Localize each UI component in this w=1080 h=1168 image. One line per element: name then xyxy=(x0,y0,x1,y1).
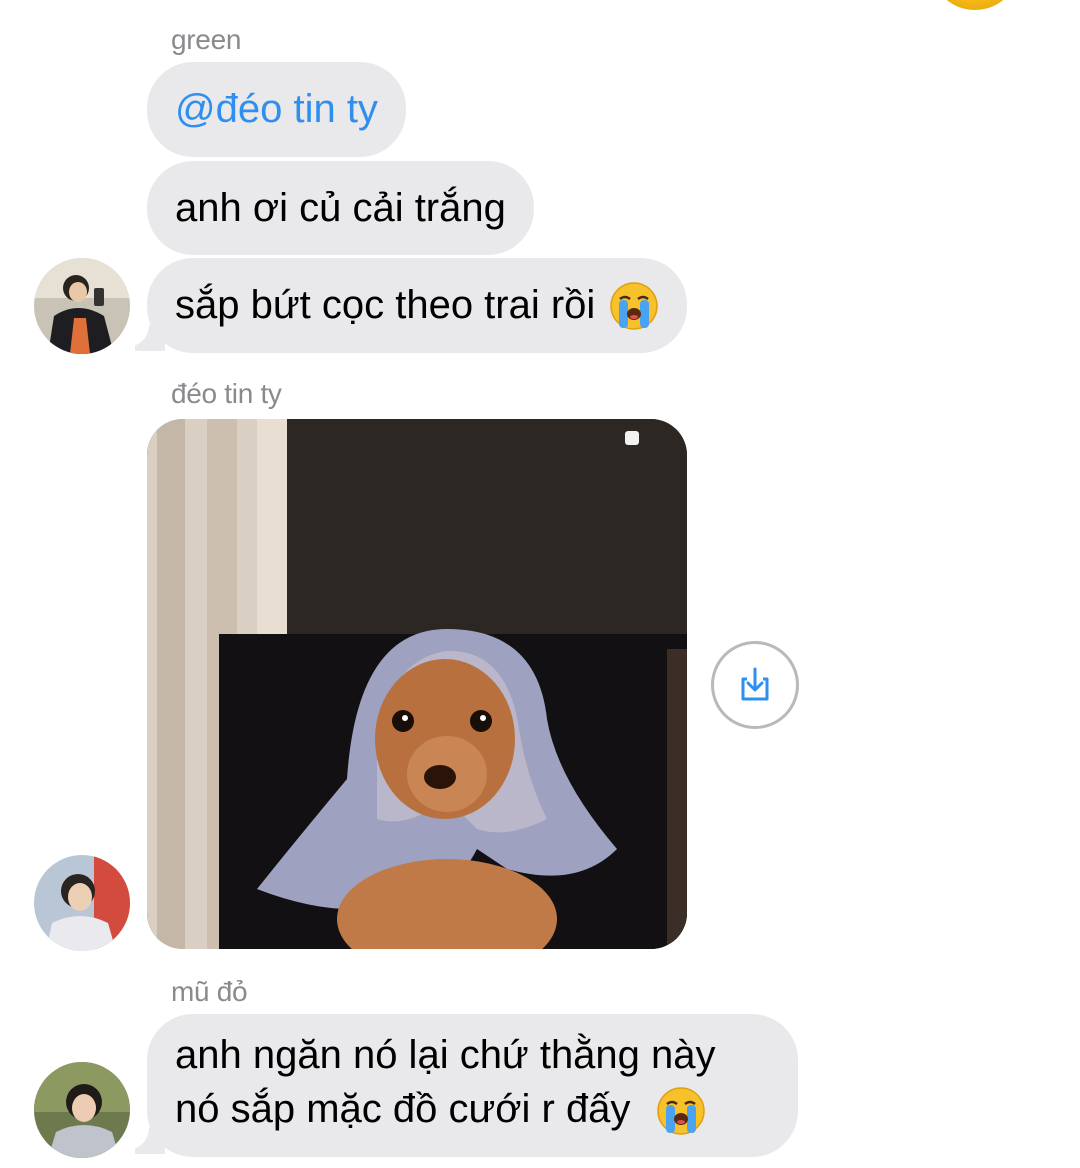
top-avatar-emoji xyxy=(930,0,1020,10)
loudly-crying-face-icon xyxy=(610,281,659,330)
message-text: sắp bứt cọc theo trai rồi xyxy=(175,283,596,327)
loudly-crying-face-icon xyxy=(656,1087,705,1136)
sender-name: green xyxy=(171,24,242,55)
message-bubble[interactable]: sắp bứt cọc theo trai rồi xyxy=(147,258,688,353)
avatar[interactable] xyxy=(34,1062,130,1158)
chat-screen: green @đéo tin ty anh ơi củ cải trắng sắ… xyxy=(0,0,1080,1168)
message-bubble[interactable]: anh ơi củ cải trắng xyxy=(147,161,534,255)
message-text: anh ơi củ cải trắng xyxy=(175,185,506,230)
sender-name: đéo tin ty xyxy=(171,378,282,409)
message-bubble[interactable]: anh ngăn nó lại chứ thằng này nó sắp mặc… xyxy=(147,1014,798,1157)
message-line: anh ngăn nó lại chứ thằng này xyxy=(175,1033,716,1077)
sender-name: mũ đỏ xyxy=(171,976,248,1007)
download-icon xyxy=(741,667,769,701)
mention-text[interactable]: @đéo tin ty xyxy=(175,87,378,132)
avatar[interactable] xyxy=(34,855,130,951)
image-message[interactable] xyxy=(147,419,687,949)
save-image-button[interactable] xyxy=(711,641,799,729)
avatar[interactable] xyxy=(34,258,130,354)
message-bubble-mention[interactable]: @đéo tin ty xyxy=(147,62,406,157)
message-line-with-emoji: nó sắp mặc đồ cưới r đấy xyxy=(175,1082,770,1136)
message-line: nó sắp mặc đồ cưới r đấy xyxy=(175,1087,631,1131)
